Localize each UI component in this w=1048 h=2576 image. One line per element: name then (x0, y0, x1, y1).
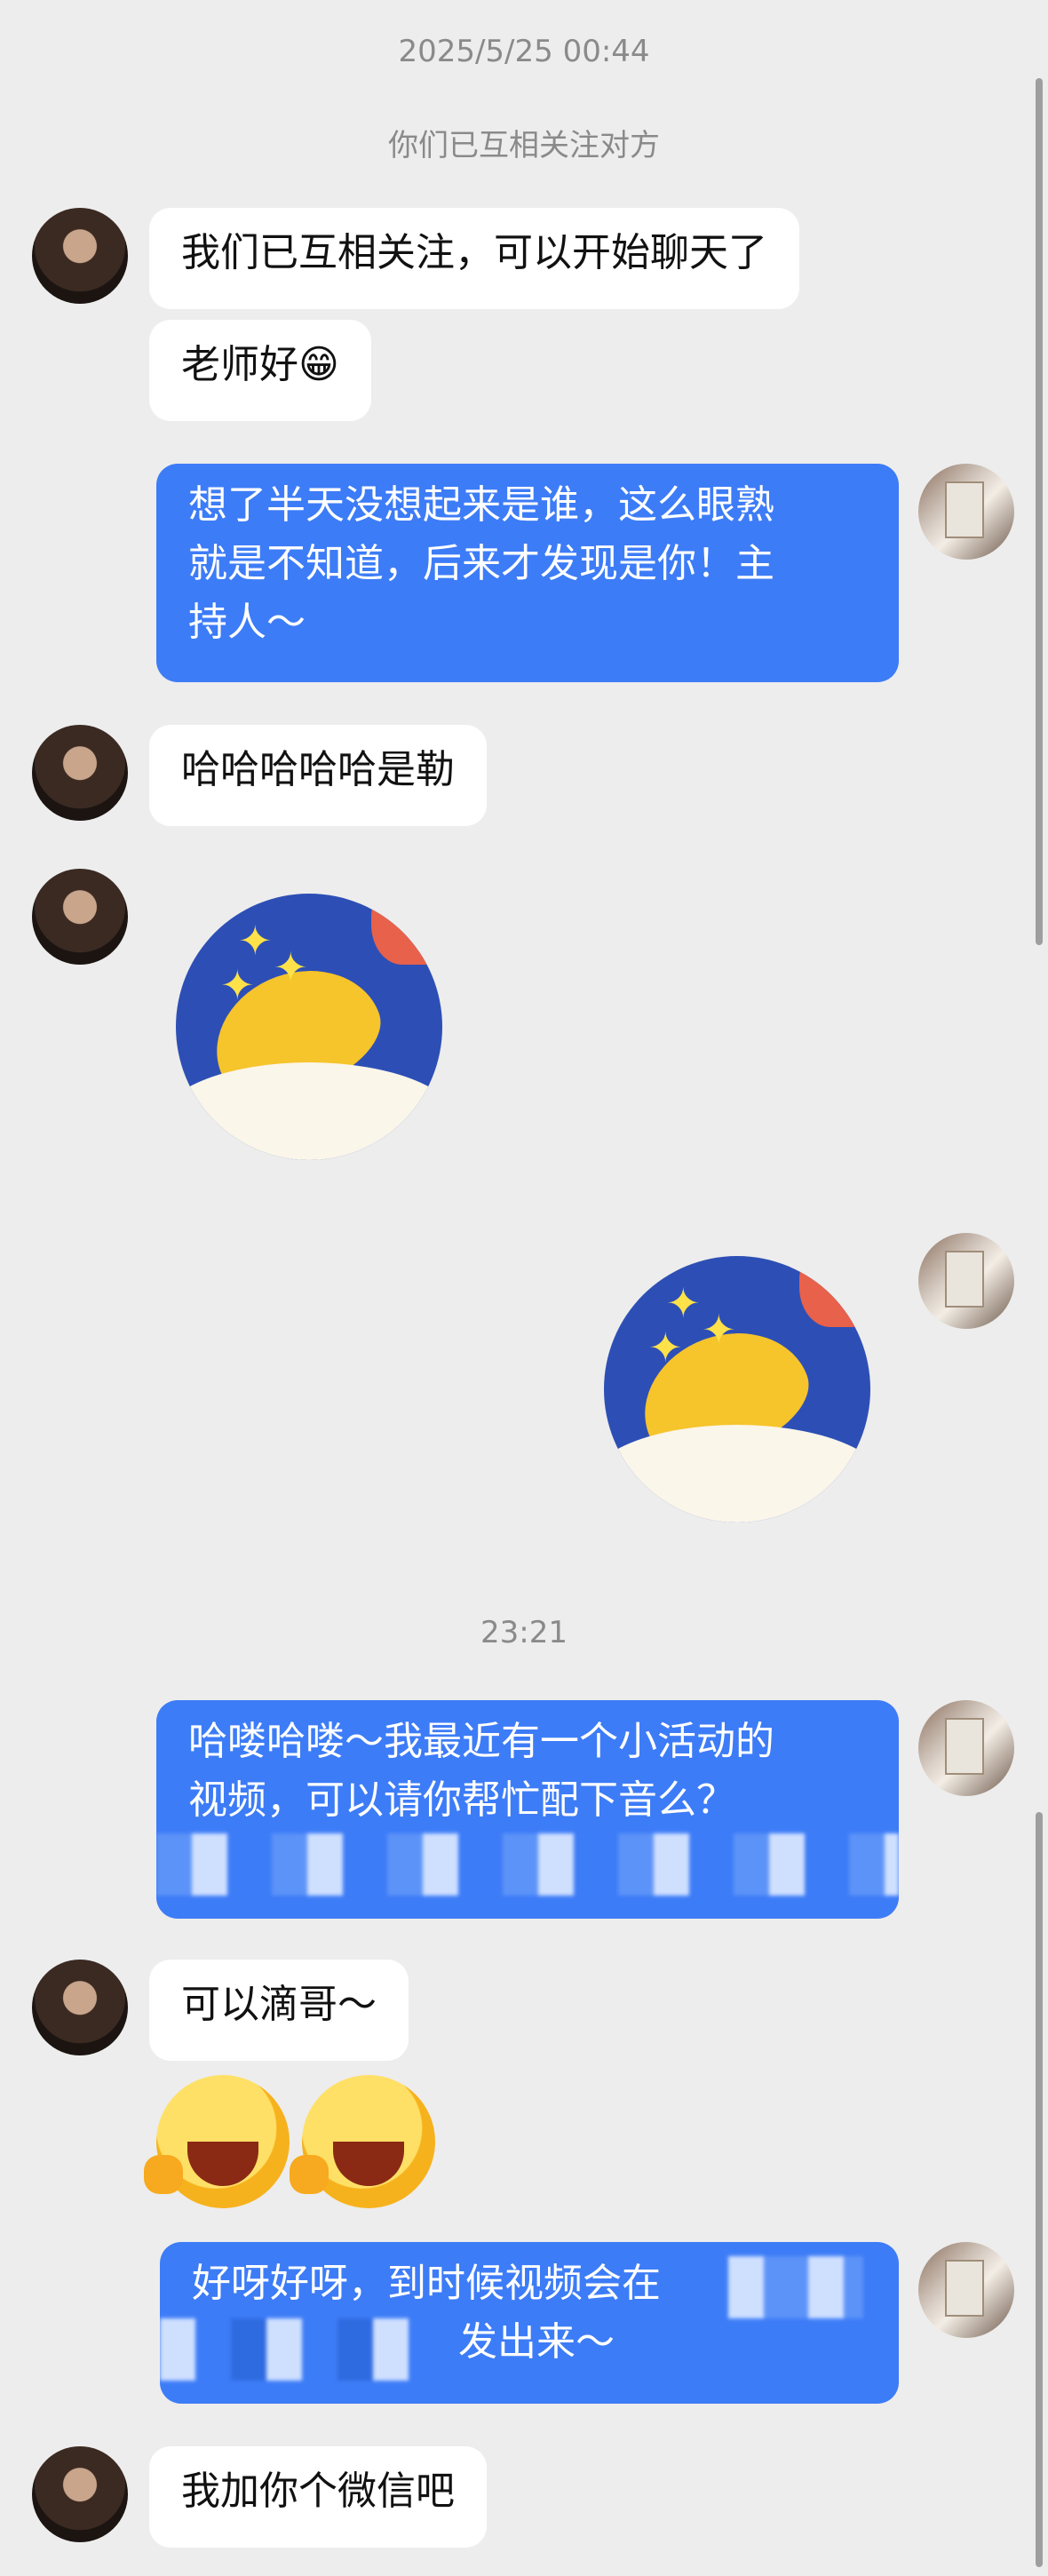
message-bubble-outgoing[interactable]: 好呀好呀，到时候视频会在 发出来～ (160, 2242, 899, 2404)
emoji-hand (290, 2155, 329, 2194)
redacted-text-mosaic (160, 2318, 426, 2381)
message-bubble-incoming[interactable]: 可以滴哥～ (149, 1960, 409, 2061)
my-avatar[interactable] (918, 464, 1014, 560)
winking-laughing-emoji[interactable] (144, 2075, 290, 2208)
my-avatar[interactable] (918, 2242, 1014, 2338)
message-line: 哈喽哈喽～我最近有一个小活动的 (188, 1719, 774, 1764)
contact-avatar[interactable] (32, 208, 128, 304)
message-line: 持人～ (188, 600, 306, 645)
timestamp: 23:21 (480, 1615, 568, 1650)
santa-hat-shape (799, 1256, 861, 1327)
message-text: 老师好 (181, 342, 298, 387)
message-bubble-incoming[interactable]: 我们已互相关注，可以开始聊天了 (149, 208, 799, 309)
my-avatar[interactable] (918, 1233, 1014, 1329)
redacted-text-mosaic (728, 2256, 863, 2318)
star-icon: ✦ (702, 1306, 736, 1354)
contact-avatar[interactable] (32, 869, 128, 965)
emoji-mouth (187, 2142, 258, 2186)
message-bubble-incoming[interactable]: 老师好😁 (149, 320, 371, 421)
star-icon: ✦ (666, 1279, 701, 1327)
cloud-shape (604, 1425, 870, 1523)
message-bubble-incoming[interactable]: 哈哈哈哈哈是勒 (149, 725, 487, 826)
grinning-emoji-icon: 😁 (298, 342, 339, 387)
message-bubble-incoming[interactable]: 我加你个微信吧 (149, 2446, 487, 2548)
system-notice: 你们已互相关注对方 (388, 128, 660, 163)
contact-avatar[interactable] (32, 2446, 128, 2542)
contact-avatar[interactable] (32, 725, 128, 821)
my-avatar[interactable] (918, 1700, 1014, 1796)
contact-avatar[interactable] (32, 1960, 128, 2055)
star-icon: ✦ (220, 961, 255, 1009)
scrollbar-lower[interactable] (1036, 1812, 1043, 2567)
star-icon: ✦ (238, 917, 273, 965)
winking-laughing-emoji[interactable] (290, 2075, 435, 2208)
message-bubble-outgoing[interactable]: 哈喽哈喽～我最近有一个小活动的 视频，可以请你帮忙配下音么？ (156, 1700, 899, 1919)
star-icon: ✦ (648, 1324, 683, 1371)
sleeping-moon-sticker[interactable]: ✦ ✦ ✦ (604, 1256, 870, 1523)
message-line: 视频，可以请你帮忙配下音么？ (188, 1777, 735, 1823)
message-text: 我们已互相关注，可以开始聊天了 (181, 230, 767, 275)
emoji-mouth (333, 2142, 404, 2186)
message-text: 我加你个微信吧 (181, 2469, 455, 2514)
redacted-text-mosaic (156, 1833, 899, 1896)
message-line: 就是不知道，后来才发现是你！主 (188, 541, 774, 586)
cloud-shape (176, 1062, 442, 1160)
timestamp: 2025/5/25 00:44 (398, 34, 650, 69)
emoji-hand (144, 2155, 183, 2194)
message-text: 哈哈哈哈哈是勒 (181, 747, 455, 792)
scrollbar-upper[interactable] (1036, 78, 1043, 945)
santa-hat-shape (371, 894, 433, 965)
sleeping-moon-sticker[interactable]: ✦ ✦ ✦ (176, 894, 442, 1160)
star-icon: ✦ (274, 943, 308, 991)
message-line: 想了半天没想起来是谁，这么眼熟 (188, 482, 774, 528)
message-bubble-outgoing[interactable]: 想了半天没想起来是谁，这么眼熟 就是不知道，后来才发现是你！主 持人～ (156, 464, 899, 682)
message-text: 可以滴哥～ (181, 1982, 377, 2027)
